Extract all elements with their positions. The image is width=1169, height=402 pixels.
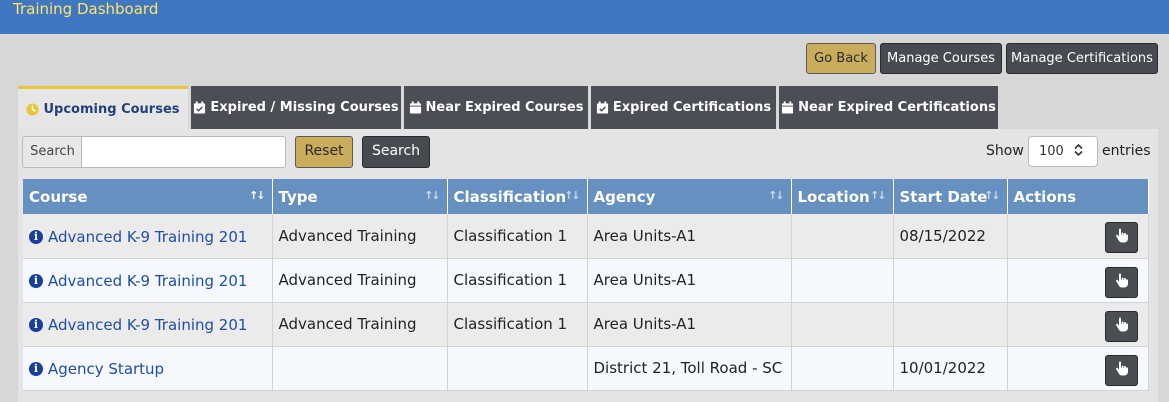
sort-icon: ↑↓ <box>768 189 785 202</box>
column-header-type[interactable]: Type ↑↓ <box>272 179 448 214</box>
app-header: Training Dashboard <box>0 0 1169 34</box>
type-cell: Advanced Training <box>272 302 448 347</box>
agency-cell: Area Units-A1 <box>587 214 792 259</box>
calendar-check-icon <box>596 101 609 114</box>
sort-icon: ↑↓ <box>870 189 887 202</box>
tab-label: Expired / Missing Courses <box>210 100 399 115</box>
column-header-course[interactable]: Course ↑↓ <box>23 179 273 214</box>
start-date-cell <box>893 258 1008 303</box>
column-header-agency[interactable]: Agency ↑↓ <box>587 179 792 214</box>
column-header-location[interactable]: Location ↑↓ <box>791 179 894 214</box>
calendar-check-icon <box>193 101 206 114</box>
entries-label: entries <box>1102 143 1151 159</box>
classification-cell: Classification 1 <box>447 302 588 347</box>
show-label: Show <box>986 143 1024 159</box>
sort-icon: ↑↓ <box>424 189 441 202</box>
agency-cell: Area Units-A1 <box>587 258 792 303</box>
tab-near-expired-courses[interactable]: Near Expired Courses <box>404 86 588 129</box>
info-icon: i <box>29 318 43 332</box>
table-row: i Advanced K-9 Training 201 Advanced Trai… <box>23 258 1149 303</box>
sort-icon: ↑↓ <box>249 189 266 202</box>
hand-pointer-icon <box>1115 228 1128 247</box>
info-icon: i <box>29 229 43 244</box>
table-row: i Advanced K-9 Training 201 Advanced Trai… <box>23 214 1149 259</box>
location-cell <box>791 214 894 259</box>
location-cell <box>791 302 894 347</box>
type-cell: Advanced Training <box>272 214 448 259</box>
column-header-actions: Actions <box>1007 179 1149 214</box>
search-button[interactable]: Search <box>362 136 430 168</box>
location-cell <box>791 346 894 391</box>
sort-icon: ↑↓ <box>564 189 581 202</box>
chevron-up-down-icon <box>1074 143 1083 160</box>
location-cell <box>791 258 894 303</box>
search-label: Search <box>22 136 82 168</box>
pointer-action-button[interactable] <box>1104 310 1138 342</box>
manage-certifications-button[interactable]: Manage Certifications <box>1006 43 1158 74</box>
entries-value: 100 <box>1039 144 1064 159</box>
tab-upcoming-courses[interactable]: Upcoming Courses <box>18 86 188 129</box>
tab-label: Expired Certifications <box>612 100 772 115</box>
tab-near-expired-certifications[interactable]: Near Expired Certifications <box>779 86 998 129</box>
pointer-action-button[interactable] <box>1104 266 1138 298</box>
page-title: Training Dashboard <box>13 0 159 18</box>
start-date-cell <box>893 302 1008 347</box>
table-header-row: Course ↑↓ Type ↑↓ Classification ↑↓ Agency ↑… <box>23 179 1149 214</box>
type-cell <box>272 346 448 391</box>
go-back-button[interactable]: Go Back <box>806 43 876 74</box>
course-link[interactable]: i Agency Startup <box>29 360 164 378</box>
course-link[interactable]: i Advanced K-9 Training 201 <box>29 272 247 290</box>
tab-label: Near Expired Certifications <box>798 100 996 115</box>
entries-select[interactable]: 100 <box>1028 136 1098 167</box>
info-icon: i <box>29 362 43 376</box>
tab-label: Upcoming Courses <box>43 101 180 117</box>
sort-icon: ↑↓ <box>984 189 1001 202</box>
tab-expired-missing-courses[interactable]: Expired / Missing Courses <box>191 86 401 129</box>
clock-icon <box>26 102 40 116</box>
classification-cell: Classification 1 <box>447 258 588 303</box>
start-date-cell: 08/15/2022 <box>893 214 1008 259</box>
reset-button[interactable]: Reset <box>295 136 353 168</box>
start-date-cell: 10/01/2022 <box>893 346 1008 391</box>
info-icon: i <box>29 274 43 288</box>
course-link[interactable]: i Advanced K-9 Training 201 <box>29 228 247 246</box>
hand-pointer-icon <box>1115 317 1128 336</box>
type-cell: Advanced Training <box>272 258 448 303</box>
pointer-action-button[interactable] <box>1104 222 1138 253</box>
calendar-icon <box>409 101 422 114</box>
agency-cell: Area Units-A1 <box>587 302 792 347</box>
classification-cell <box>447 346 588 391</box>
tab-label: Near Expired Courses <box>425 100 584 115</box>
pointer-action-button[interactable] <box>1104 354 1138 386</box>
courses-table: Course ↑↓ Type ↑↓ Classification ↑↓ Agency ↑… <box>23 179 1149 391</box>
hand-pointer-icon <box>1115 273 1128 292</box>
column-header-classification[interactable]: Classification ↑↓ <box>447 179 588 214</box>
hand-pointer-icon <box>1115 361 1128 380</box>
manage-courses-button[interactable]: Manage Courses <box>880 43 1002 74</box>
tab-expired-certifications[interactable]: Expired Certifications <box>591 86 776 129</box>
column-header-start-date[interactable]: Start Date ↑↓ <box>893 179 1008 214</box>
classification-cell: Classification 1 <box>447 214 588 259</box>
search-input[interactable] <box>81 136 286 168</box>
calendar-icon <box>781 101 794 114</box>
table-row: i Agency Startup District 21, Toll Road -… <box>23 346 1149 391</box>
table-row: i Advanced K-9 Training 201 Advanced Trai… <box>23 302 1149 347</box>
course-link[interactable]: i Advanced K-9 Training 201 <box>29 316 247 334</box>
agency-cell: District 21, Toll Road - SC <box>587 346 792 391</box>
